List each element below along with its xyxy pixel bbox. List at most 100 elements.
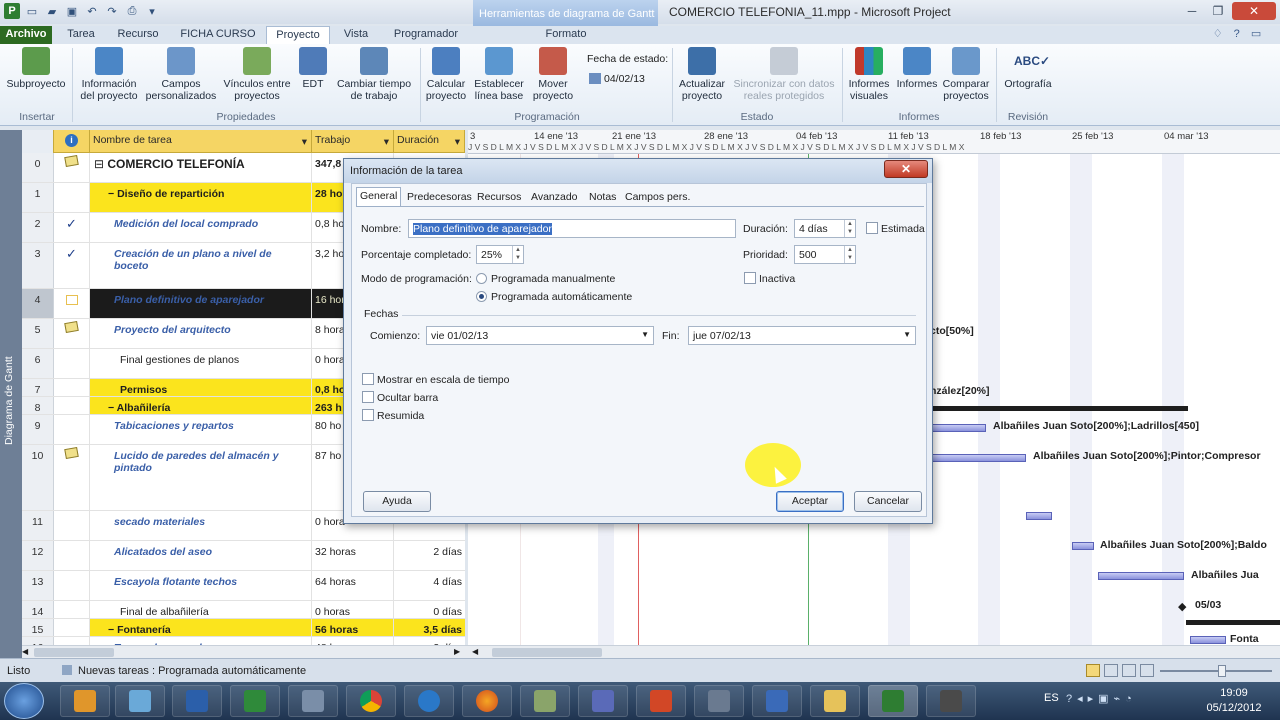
task-name[interactable]: Escayola flotante techos (90, 571, 312, 600)
clock-time[interactable]: 19:09 (1200, 687, 1268, 699)
summary-bar[interactable] (930, 406, 1188, 411)
project-links-button[interactable]: Vínculos entre proyectos (220, 47, 294, 102)
row-id[interactable]: 10 (22, 445, 54, 510)
milestone-icon[interactable]: ◆ (1178, 600, 1186, 613)
dialog-tab-recursos[interactable]: Recursos (474, 189, 524, 207)
help-icons[interactable]: ♢ ? ▭ ✕ (1204, 26, 1274, 57)
dialog-tab-avanzado[interactable]: Avanzado (528, 189, 581, 207)
tab-programador[interactable]: Programador (386, 26, 466, 44)
taskbar-powerpoint[interactable] (636, 685, 686, 717)
task-name[interactable]: Alicatados del aseo (90, 541, 312, 570)
inactive-checkbox[interactable] (744, 272, 756, 284)
task-bar[interactable] (1098, 572, 1184, 580)
customize-icon[interactable]: ▾ (144, 3, 160, 19)
team-planner-icon[interactable] (1122, 664, 1136, 677)
timescale[interactable]: 3 14 ene '13 21 ene '13 28 ene '13 04 feb '1… (468, 130, 1280, 154)
update-project-button[interactable]: Actualizar proyecto (674, 47, 730, 102)
manual-radio[interactable] (476, 273, 487, 284)
select-all[interactable] (22, 130, 54, 153)
scroll-left-icon[interactable]: ◀ (472, 647, 482, 657)
task-name[interactable]: − Fontanería (90, 619, 312, 636)
priority-field[interactable]: 500 ▲ ▼ (794, 245, 856, 264)
project-info-button[interactable]: Información del proyecto (76, 47, 142, 102)
visual-reports-button[interactable]: Informes visuales (844, 47, 894, 102)
priority-spinner[interactable]: ▲ ▼ (844, 246, 855, 263)
taskbar-folder[interactable] (810, 685, 860, 717)
maximize-icon[interactable]: ❐ (1206, 2, 1230, 20)
estimated-checkbox[interactable] (866, 222, 878, 234)
collapse-icon[interactable]: − (108, 188, 117, 200)
summary-bar[interactable] (1186, 620, 1280, 625)
tab-tarea[interactable]: Tarea (60, 26, 102, 44)
table-row[interactable]: 14 Final de albañilería 0 horas 0 días (22, 601, 465, 619)
task-bar[interactable] (1026, 512, 1052, 520)
work-cell[interactable]: 0 horas (312, 601, 394, 618)
taskbar-firefox[interactable] (462, 685, 512, 717)
tab-ficha-curso[interactable]: FICHA CURSO (176, 26, 260, 44)
table-row[interactable]: 15− Fontanería 56 horas 3,5 días (22, 619, 465, 637)
wbs-button[interactable]: EDT (296, 47, 330, 90)
hide-bar-checkbox[interactable] (362, 391, 374, 403)
scroll-thumb[interactable] (34, 648, 114, 657)
row-id[interactable]: 5 (22, 319, 54, 348)
task-name[interactable]: Creación de un plano a nivel de boceto (90, 243, 312, 288)
task-name[interactable]: Plano definitivo de aparejador (90, 289, 312, 318)
note-icon[interactable] (64, 446, 79, 460)
tray-icons[interactable]: ?◂▸▣⌁◔ (1066, 692, 1137, 705)
taskbar-camera[interactable] (926, 685, 976, 717)
duration-spinner[interactable]: ▲ ▼ (844, 220, 855, 237)
taskbar-excel[interactable] (230, 685, 280, 717)
set-baseline-button[interactable]: Establecer línea base (470, 47, 528, 102)
collapse-icon[interactable]: − (108, 624, 117, 636)
task-name[interactable]: Tabicaciones y repartos (90, 415, 312, 444)
open-icon[interactable]: ▰ (44, 3, 60, 19)
taskbar-explorer[interactable] (115, 685, 165, 717)
dialog-close-button[interactable]: ✕ (884, 160, 928, 178)
row-id[interactable]: 11 (22, 511, 54, 540)
task-name[interactable]: Lucido de paredes del almacén y pintado (90, 445, 312, 510)
compare-projects-button[interactable]: Comparar proyectos (940, 47, 992, 102)
row-id[interactable]: 15 (22, 619, 54, 636)
table-row[interactable]: 13 Escayola flotante techos 64 horas 4 días (22, 571, 465, 601)
taskbar-book[interactable] (752, 685, 802, 717)
tab-recurso[interactable]: Recurso (112, 26, 164, 44)
taskbar-app[interactable] (578, 685, 628, 717)
task-name[interactable]: − Albañilería (90, 397, 312, 414)
note-icon[interactable] (64, 320, 79, 334)
help-button[interactable]: Ayuda (363, 491, 431, 512)
task-name[interactable]: Medición del local comprado (90, 213, 312, 242)
horizontal-scrollbar[interactable]: ◀ ▶ ◀ (22, 645, 1280, 658)
scroll-right-icon[interactable]: ▶ (454, 647, 464, 657)
tab-proyecto[interactable]: Proyecto (266, 26, 330, 44)
clock-date[interactable]: 05/12/2012 (1200, 702, 1268, 714)
project-logo-icon[interactable]: P (4, 3, 20, 19)
task-bar[interactable] (1190, 636, 1226, 644)
subproject-button[interactable]: Subproyecto (4, 47, 68, 90)
finish-field[interactable]: jue 07/02/13 ▼ (688, 326, 916, 345)
row-id[interactable]: 13 (22, 571, 54, 600)
gantt-view-icon[interactable] (1086, 664, 1100, 677)
task-name[interactable]: Final de albañilería (90, 601, 312, 618)
taskbar-project[interactable] (868, 685, 918, 717)
dialog-tab-predecesoras[interactable]: Predecesoras (404, 189, 475, 207)
table-row[interactable]: 12 Alicatados del aseo 32 horas 2 días (22, 541, 465, 571)
start-field[interactable]: vie 01/02/13 ▼ (426, 326, 654, 345)
duration-field[interactable]: 4 días ▲ ▼ (794, 219, 856, 238)
taskbar-chrome[interactable] (346, 685, 396, 717)
resource-sheet-icon[interactable] (1140, 664, 1154, 677)
duration-cell[interactable]: 2 días (394, 541, 465, 570)
dialog-tab-notas[interactable]: Notas (586, 189, 619, 207)
task-bar[interactable] (930, 454, 1026, 462)
dialog-tab-general[interactable]: General (356, 187, 402, 207)
cancel-button[interactable]: Cancelar (854, 491, 922, 512)
task-bar[interactable] (930, 424, 986, 432)
move-project-button[interactable]: Mover proyecto (528, 47, 578, 102)
duration-cell[interactable]: 4 días (394, 571, 465, 600)
collapse-icon[interactable]: ⊟ (94, 157, 107, 171)
note-icon[interactable] (64, 154, 79, 168)
row-id[interactable]: 8 (22, 397, 54, 414)
zoom-thumb[interactable] (1218, 665, 1226, 677)
auto-radio[interactable] (476, 291, 487, 302)
start-button[interactable] (4, 683, 44, 719)
spelling-button[interactable]: ABC✓ Ortografía (998, 47, 1058, 90)
